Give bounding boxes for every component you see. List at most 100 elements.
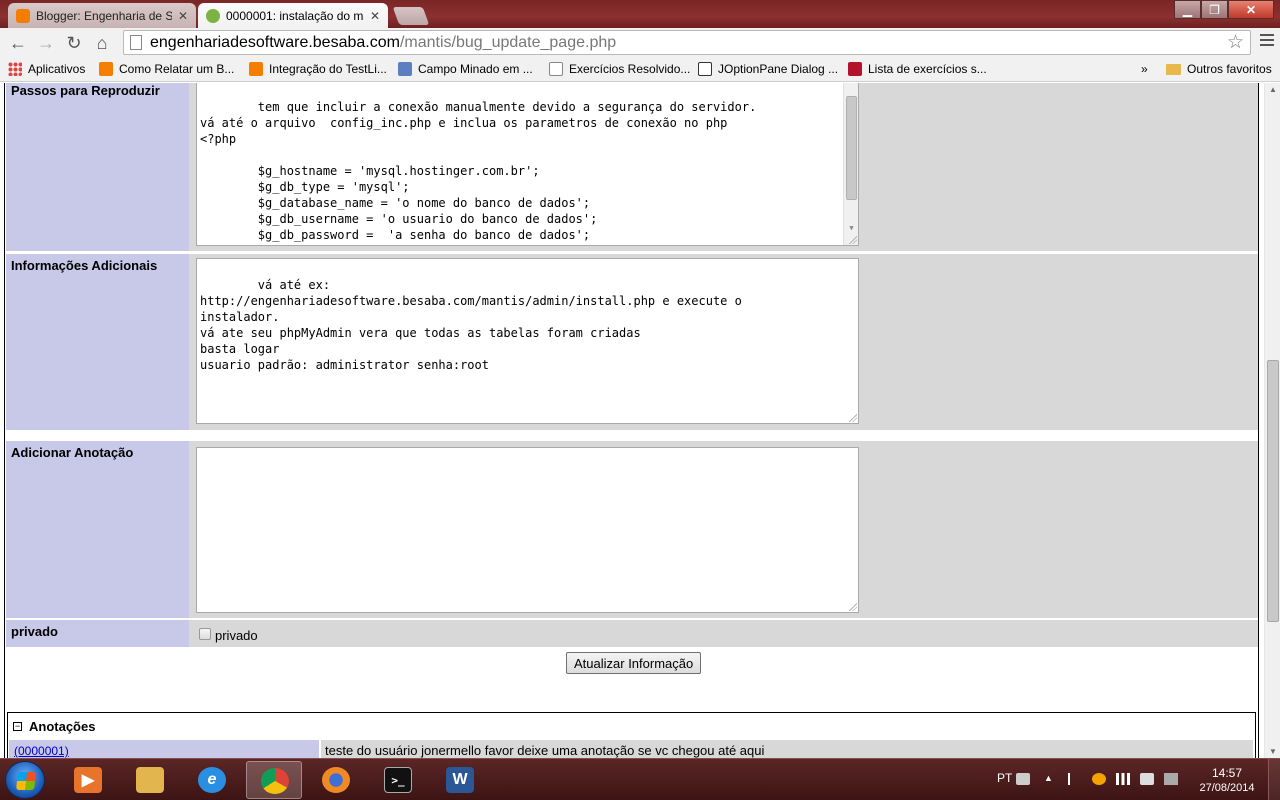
java-icon [398,62,412,76]
command-prompt-icon: >_ [384,767,412,793]
private-checkbox[interactable] [199,628,211,640]
steps-text: tem que incluir a conexão manualmente de… [200,100,757,242]
taskbar-media-player[interactable]: ▶ [60,761,116,799]
blogger-icon [249,62,263,76]
start-button[interactable] [5,761,45,799]
scroll-up-icon[interactable]: ▲ [1265,85,1280,94]
tab-mantis[interactable]: 0000001: instalação do ma ✕ [198,3,388,28]
resize-grip-icon[interactable] [849,603,857,611]
j-icon [698,62,712,76]
notes-title: Anotações [29,719,96,734]
show-hidden-icons[interactable]: ▲ [1044,773,1058,785]
bookmark-apps[interactable]: Aplicativos [8,62,85,76]
bookmark-item[interactable]: Campo Minado em ... [398,62,533,76]
additional-info-text: vá até ex: http://engenhariadesoftware.b… [200,278,742,372]
bookmark-item[interactable]: Lista de exercícios s... [848,62,987,76]
minimize-button[interactable]: ▁ [1174,0,1201,19]
bookmark-label: Outros favoritos [1187,62,1272,76]
row-steps-to-reproduce: Passos para Reproduzir tem que incluir a… [6,83,1258,251]
close-window-button[interactable]: ✕ [1228,0,1274,19]
tab-blogger[interactable]: Blogger: Engenharia de So ✕ [8,3,196,28]
language-indicator[interactable]: PT [997,771,1012,785]
keyboard-icon[interactable] [1016,773,1030,785]
back-arrow-icon[interactable]: ← [4,33,32,54]
scroll-down-icon[interactable]: ▼ [844,221,858,235]
taskbar-cmd[interactable]: >_ [370,761,426,799]
taskbar-file-explorer[interactable] [122,761,178,799]
clock-date: 27/08/2014 [1199,782,1255,794]
internet-explorer-icon: e [198,767,226,793]
additional-info-label: Informações Adicionais [6,254,189,430]
add-note-label: Adicionar Anotação [6,441,189,618]
apps-grid-icon [8,62,22,76]
chrome-icon [261,768,289,794]
update-information-button[interactable]: Atualizar Informação [566,652,702,674]
url-host: engenhariadesoftware.besaba.com [150,33,400,51]
battery-icon[interactable] [1164,773,1178,785]
private-label: privado [6,620,189,647]
bookmark-star-icon[interactable]: ☆ [1227,31,1244,54]
new-tab-button[interactable] [392,7,430,25]
volume-icon[interactable] [1140,773,1154,785]
blogger-icon [16,8,30,23]
bug-update-form: Passos para Reproduzir tem que incluir a… [4,83,1259,758]
bookmark-label: Campo Minado em ... [418,62,533,76]
word-icon: W [446,767,474,793]
forward-arrow-icon[interactable]: → [32,33,60,54]
add-note-textarea[interactable] [196,447,859,613]
tab-title: 0000001: instalação do ma [226,8,364,23]
other-bookmarks-folder[interactable]: Outros favoritos [1166,62,1272,76]
additional-info-textarea[interactable]: vá até ex: http://engenhariadesoftware.b… [196,258,859,424]
bookmark-label: Como Relatar um B... [119,62,235,76]
taskbar-firefox[interactable] [308,761,364,799]
textarea-scrollbar[interactable]: ▲ ▼ [843,83,858,245]
resize-grip-icon[interactable] [849,414,857,422]
page-scrollbar[interactable]: ▲ ▼ [1264,83,1280,758]
scroll-thumb[interactable] [846,96,857,200]
more-bookmarks-button[interactable]: » [1141,62,1148,76]
bookmark-item[interactable]: JOptionPane Dialog ... [698,62,838,76]
media-player-icon: ▶ [74,767,102,793]
url-path: /mantis/bug_update_page.php [399,33,617,51]
bookmark-label: Aplicativos [28,62,86,76]
row-add-note: Adicionar Anotação [6,441,1258,618]
page-scroll-thumb[interactable] [1267,360,1279,622]
windows-taskbar: ▶ e >_ W PT ▲ 14:57 27/08/2014 [0,758,1280,800]
action-center-flag-icon[interactable] [1068,773,1082,785]
row-additional-info: Informações Adicionais vá até ex: http:/… [6,254,1258,430]
clock-time: 14:57 [1211,766,1243,780]
steps-textarea[interactable]: tem que incluir a conexão manualmente de… [196,83,859,246]
reload-icon[interactable]: ↻ [60,33,88,54]
scroll-down-icon[interactable]: ▼ [1265,747,1280,756]
close-tab-icon[interactable]: ✕ [370,9,380,23]
close-tab-icon[interactable]: ✕ [178,9,188,23]
menu-icon[interactable] [1260,34,1274,49]
bookmark-item[interactable]: Como Relatar um B... [99,62,234,76]
windows-logo-icon [16,772,36,790]
private-checkbox-label: privado [215,628,258,643]
steps-label: Passos para Reproduzir [6,83,189,251]
tray-app-icon[interactable] [1092,773,1106,785]
resize-grip-icon[interactable] [849,236,857,244]
collapse-toggle-icon[interactable]: − [13,722,22,731]
firefox-icon [322,767,350,793]
bookmark-item[interactable]: Exercícios Resolvido... [549,62,690,76]
show-desktop-button[interactable] [1268,759,1280,800]
blogger-icon [99,62,113,76]
taskbar-chrome[interactable] [246,761,302,799]
tab-title: Blogger: Engenharia de So [36,8,172,23]
notes-header: − Anotações [13,719,95,734]
bookmark-item[interactable]: Integração do TestLi... [249,62,387,76]
taskbar-word[interactable]: W [432,761,488,799]
window-controls: ▁ ❐ ✕ [1174,0,1274,19]
note-id-link[interactable]: (0000001) [14,744,69,758]
address-bar[interactable]: engenhariadesoftware.besaba.com /mantis/… [123,30,1251,55]
network-icon[interactable] [1116,773,1130,785]
bookmark-label: Exercícios Resolvido... [569,62,691,76]
maximize-button[interactable]: ❐ [1201,0,1228,19]
taskbar-internet-explorer[interactable]: e [184,761,240,799]
mantis-icon [206,8,220,23]
home-icon[interactable]: ⌂ [88,33,116,54]
note-text: teste do usuário jonermello favor deixe … [321,740,1253,758]
clock[interactable]: 14:57 27/08/2014 [1194,766,1260,796]
